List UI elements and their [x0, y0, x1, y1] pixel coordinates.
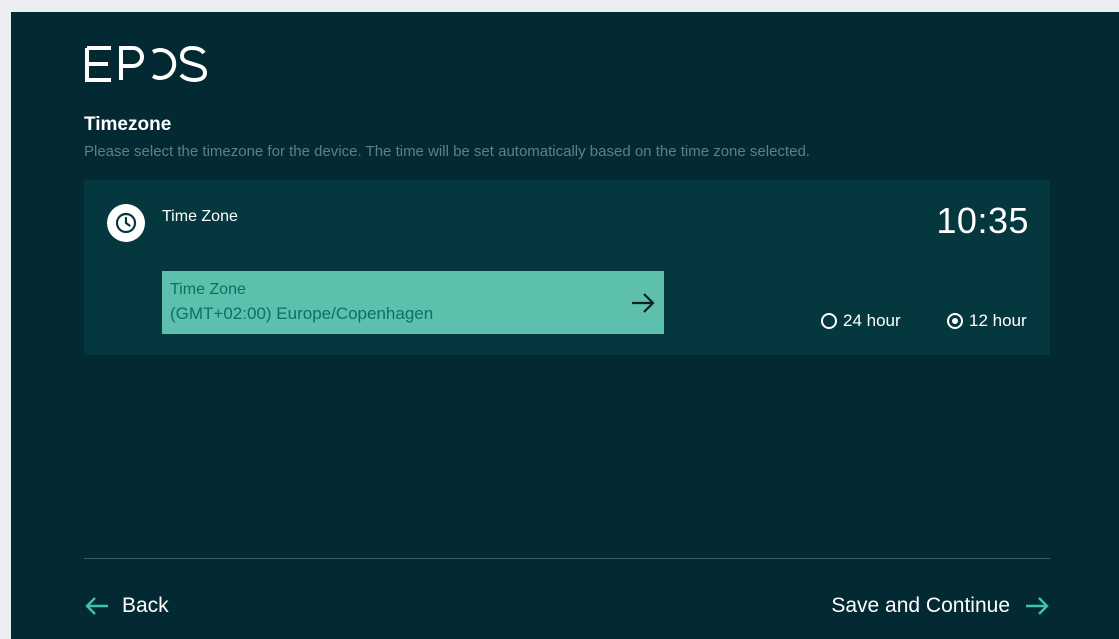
page-title: Timezone [84, 114, 172, 135]
page-subtitle: Please select the timezone for the devic… [84, 143, 810, 160]
arrow-right-icon [1026, 597, 1049, 615]
radio-12-hour-label: 12 hour [969, 311, 1027, 330]
back-button[interactable]: Back [84, 594, 169, 618]
radio-24-hour[interactable]: 24 hour [821, 311, 901, 331]
radio-24-hour-label: 24 hour [843, 311, 901, 330]
timezone-button-value: (GMT+02:00) Europe/Copenhagen [170, 304, 434, 323]
radio-12-hour[interactable]: 12 hour [947, 311, 1027, 331]
time-zone-label: Time Zone [162, 208, 238, 225]
current-time: 10:35 [936, 200, 1029, 241]
footer-divider [84, 558, 1050, 559]
epos-logo [83, 44, 213, 84]
timezone-button-caption: Time Zone [170, 281, 246, 298]
clock-icon [107, 204, 145, 242]
timezone-select-button[interactable]: Time Zone (GMT+02:00) Europe/Copenhagen [162, 271, 664, 334]
arrow-right-icon [630, 292, 656, 319]
arrow-left-icon [85, 597, 108, 615]
save-and-continue-button[interactable]: Save and Continue [831, 594, 1050, 618]
back-button-label: Back [122, 594, 169, 617]
radio-checked-icon [947, 313, 963, 329]
setup-screen: Timezone Please select the timezone for … [11, 12, 1119, 639]
radio-unchecked-icon [821, 313, 837, 329]
save-button-label: Save and Continue [831, 594, 1010, 617]
timezone-card: Time Zone 10:35 Time Zone (GMT+02:00) Eu… [84, 180, 1050, 355]
